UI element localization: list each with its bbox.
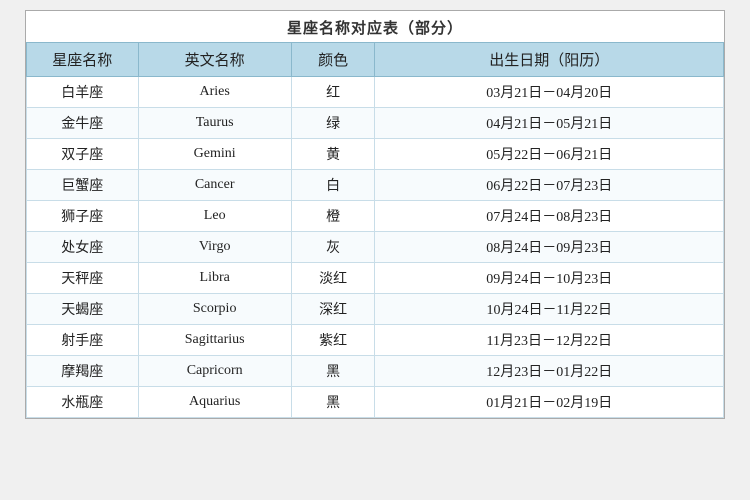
cell-date: 07月24日－08月23日 <box>375 201 724 232</box>
cell-name_cn: 狮子座 <box>27 201 139 232</box>
cell-date: 04月21日－05月21日 <box>375 108 724 139</box>
cell-color: 紫红 <box>291 325 375 356</box>
cell-date: 03月21日－04月20日 <box>375 77 724 108</box>
cell-name_cn: 金牛座 <box>27 108 139 139</box>
table-row: 摩羯座Capricorn黑12月23日－01月22日 <box>27 356 724 387</box>
cell-date: 05月22日－06月21日 <box>375 139 724 170</box>
cell-color: 深红 <box>291 294 375 325</box>
cell-color: 白 <box>291 170 375 201</box>
cell-date: 01月21日－02月19日 <box>375 387 724 418</box>
cell-name_cn: 双子座 <box>27 139 139 170</box>
cell-name_cn: 天蝎座 <box>27 294 139 325</box>
cell-date: 09月24日－10月23日 <box>375 263 724 294</box>
cell-name_en: Aquarius <box>138 387 291 418</box>
cell-color: 灰 <box>291 232 375 263</box>
header-name-en: 英文名称 <box>138 43 291 77</box>
table-row: 白羊座Aries红03月21日－04月20日 <box>27 77 724 108</box>
table-row: 巨蟹座Cancer白06月22日－07月23日 <box>27 170 724 201</box>
cell-name_cn: 水瓶座 <box>27 387 139 418</box>
table-row: 金牛座Taurus绿04月21日－05月21日 <box>27 108 724 139</box>
cell-name_cn: 天秤座 <box>27 263 139 294</box>
cell-name_cn: 白羊座 <box>27 77 139 108</box>
cell-date: 11月23日－12月22日 <box>375 325 724 356</box>
cell-name_cn: 处女座 <box>27 232 139 263</box>
cell-date: 12月23日－01月22日 <box>375 356 724 387</box>
cell-name_en: Libra <box>138 263 291 294</box>
header-color: 颜色 <box>291 43 375 77</box>
table-row: 处女座Virgo灰08月24日－09月23日 <box>27 232 724 263</box>
header-name-cn: 星座名称 <box>27 43 139 77</box>
cell-name_en: Cancer <box>138 170 291 201</box>
cell-color: 橙 <box>291 201 375 232</box>
cell-date: 06月22日－07月23日 <box>375 170 724 201</box>
page-title: 星座名称对应表（部分） <box>26 11 724 42</box>
table-row: 水瓶座Aquarius黑01月21日－02月19日 <box>27 387 724 418</box>
cell-date: 10月24日－11月22日 <box>375 294 724 325</box>
cell-color: 黄 <box>291 139 375 170</box>
cell-color: 黑 <box>291 387 375 418</box>
table-body: 白羊座Aries红03月21日－04月20日金牛座Taurus绿04月21日－0… <box>27 77 724 418</box>
cell-color: 黑 <box>291 356 375 387</box>
cell-name_cn: 摩羯座 <box>27 356 139 387</box>
cell-name_en: Scorpio <box>138 294 291 325</box>
cell-date: 08月24日－09月23日 <box>375 232 724 263</box>
table-row: 射手座Sagittarius紫红11月23日－12月22日 <box>27 325 724 356</box>
table-row: 天蝎座Scorpio深红10月24日－11月22日 <box>27 294 724 325</box>
table-row: 狮子座Leo橙07月24日－08月23日 <box>27 201 724 232</box>
table-header-row: 星座名称 英文名称 颜色 出生日期（阳历） <box>27 43 724 77</box>
cell-name_en: Sagittarius <box>138 325 291 356</box>
main-container: 星座名称对应表（部分） 星座名称 英文名称 颜色 出生日期（阳历） 白羊座Ari… <box>25 10 725 419</box>
cell-name_en: Gemini <box>138 139 291 170</box>
table-row: 天秤座Libra淡红09月24日－10月23日 <box>27 263 724 294</box>
cell-color: 淡红 <box>291 263 375 294</box>
cell-name_en: Virgo <box>138 232 291 263</box>
cell-name_en: Capricorn <box>138 356 291 387</box>
cell-color: 红 <box>291 77 375 108</box>
cell-name_en: Taurus <box>138 108 291 139</box>
table-row: 双子座Gemini黄05月22日－06月21日 <box>27 139 724 170</box>
cell-name_en: Aries <box>138 77 291 108</box>
cell-name_cn: 射手座 <box>27 325 139 356</box>
header-date: 出生日期（阳历） <box>375 43 724 77</box>
cell-name_cn: 巨蟹座 <box>27 170 139 201</box>
zodiac-table: 星座名称 英文名称 颜色 出生日期（阳历） 白羊座Aries红03月21日－04… <box>26 42 724 418</box>
cell-color: 绿 <box>291 108 375 139</box>
cell-name_en: Leo <box>138 201 291 232</box>
